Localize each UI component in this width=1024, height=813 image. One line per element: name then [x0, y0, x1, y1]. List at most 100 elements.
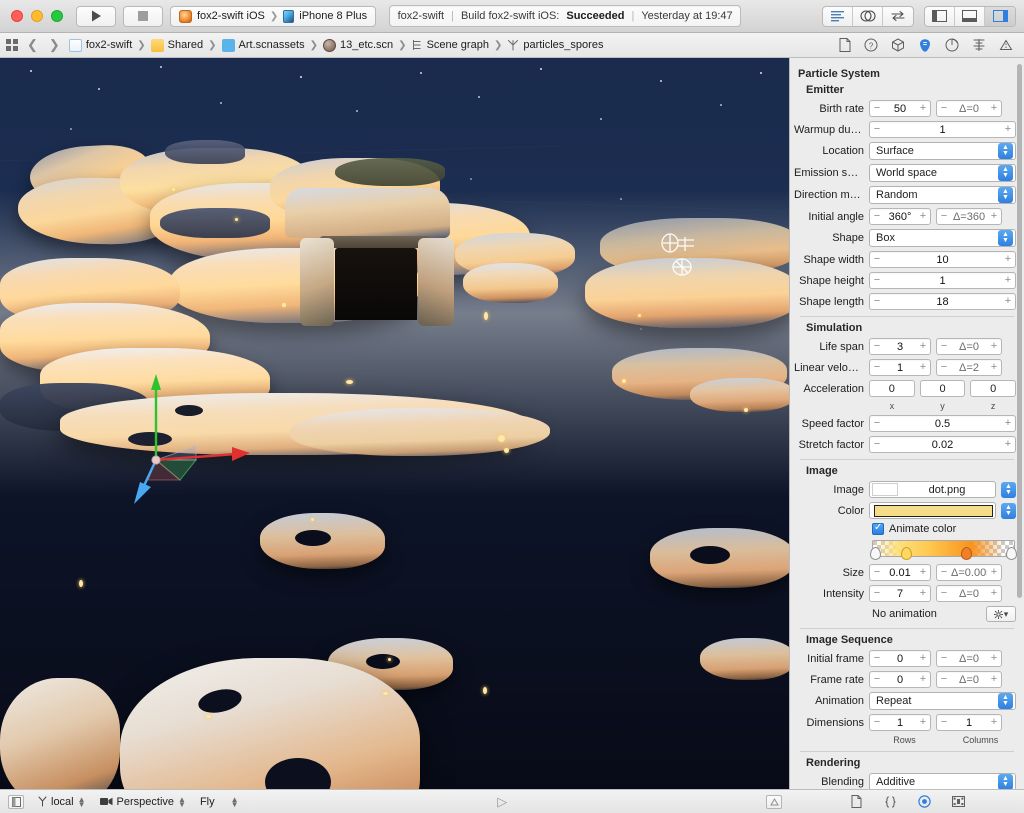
rows-field[interactable]: − 1 + [869, 714, 931, 731]
stop-button[interactable] [123, 5, 163, 27]
node-inspector-icon[interactable] [891, 38, 905, 52]
increment-button[interactable]: + [987, 715, 1001, 730]
scheme-selector[interactable]: fox2-swift iOS ❯ iPhone 8 Plus [170, 5, 377, 27]
version-editor-button[interactable] [883, 7, 913, 26]
increment-button[interactable]: + [916, 101, 930, 116]
decrement-button[interactable]: − [870, 273, 884, 288]
maximize-window-button[interactable] [51, 10, 63, 22]
object-library-button[interactable] [951, 795, 965, 809]
increment-button[interactable]: + [916, 339, 930, 354]
decrement-button[interactable]: − [937, 651, 951, 666]
increment-button[interactable]: + [987, 339, 1001, 354]
decrement-button[interactable]: − [870, 339, 884, 354]
transform-gizmo[interactable] [118, 368, 263, 508]
increment-button[interactable]: + [987, 360, 1001, 375]
decrement-button[interactable]: − [870, 586, 884, 601]
stretch-factor-field[interactable]: − 0.02 + [869, 436, 1016, 453]
increment-button[interactable]: + [916, 586, 930, 601]
activity-status-bar[interactable]: fox2-swift | Build fox2-swift iOS: Succe… [389, 5, 742, 27]
increment-button[interactable]: + [1001, 273, 1015, 288]
editor-mode-segment[interactable] [822, 5, 914, 27]
navigation-mode-control[interactable]: Fly ▲ ▼ [200, 795, 239, 808]
increment-button[interactable]: + [916, 715, 930, 730]
file-template-library-button[interactable] [849, 795, 863, 809]
window-controls[interactable] [8, 10, 69, 22]
gradient-stop[interactable] [961, 547, 972, 560]
shape-select[interactable]: Box ▲ ▼ [869, 229, 1016, 247]
initial-angle-field[interactable]: − 360° + [869, 208, 931, 225]
material-inspector-icon[interactable] [972, 38, 986, 52]
decrement-button[interactable]: − [937, 586, 951, 601]
toggle-navigator-button[interactable] [925, 6, 955, 26]
animation-settings-button[interactable]: ▾ [986, 606, 1016, 622]
speed-factor-field[interactable]: − 0.5 + [869, 415, 1016, 432]
location-select[interactable]: Surface ▲ ▼ [869, 142, 1016, 160]
increment-button[interactable]: + [987, 651, 1001, 666]
increment-button[interactable]: + [987, 209, 1001, 224]
toggle-scene-graph-button[interactable] [8, 794, 24, 809]
direction-mode-select[interactable]: Random ▲ ▼ [869, 186, 1016, 204]
intensity-field[interactable]: − 7 + [869, 585, 931, 602]
shape-height-field[interactable]: − 1 + [869, 272, 1016, 289]
life-span-variation-field[interactable]: − Δ=0 + [936, 338, 1002, 355]
increment-button[interactable]: + [987, 101, 1001, 116]
decrement-button[interactable]: − [870, 715, 884, 730]
frame-rate-variation-field[interactable]: − Δ=0 + [936, 671, 1002, 688]
decrement-button[interactable]: − [870, 651, 884, 666]
decrement-button[interactable]: − [870, 101, 884, 116]
play-scene-button[interactable]: ▷ [497, 794, 507, 810]
animate-color-row[interactable]: Animate color [872, 522, 1016, 535]
geometry-inspector-icon[interactable] [999, 38, 1013, 52]
increment-button[interactable]: + [916, 209, 930, 224]
breadcrumb-item-project[interactable]: fox2-swift [68, 38, 133, 52]
acceleration-x-field[interactable]: 0 [869, 380, 915, 397]
linear-velocity-field[interactable]: − 1 + [869, 359, 931, 376]
decrement-button[interactable]: − [870, 416, 884, 431]
gradient-stop[interactable] [1006, 547, 1017, 560]
color-chevron-updown-icon[interactable]: ▲ ▼ [1001, 502, 1016, 519]
panel-toggles-segment[interactable] [924, 5, 1016, 27]
go-back-button[interactable]: ❮ [24, 37, 41, 53]
initial-angle-variation-field[interactable]: − Δ=360 + [936, 208, 1002, 225]
decrement-button[interactable]: − [870, 565, 884, 580]
warmup-duration-field[interactable]: − 1 + [869, 121, 1016, 138]
life-span-field[interactable]: − 3 + [869, 338, 931, 355]
breadcrumb-item-shared[interactable]: Shared [150, 38, 204, 52]
decrement-button[interactable]: − [870, 252, 884, 267]
acceleration-z-field[interactable]: 0 [970, 380, 1017, 397]
initial-frame-variation-field[interactable]: − Δ=0 + [936, 650, 1002, 667]
gradient-stop[interactable] [901, 547, 912, 560]
intensity-variation-field[interactable]: − Δ=0 + [936, 585, 1002, 602]
file-inspector-icon[interactable] [839, 38, 851, 52]
scene-viewport[interactable] [0, 58, 790, 789]
image-selector[interactable]: dot.png [869, 481, 996, 498]
animation-select[interactable]: Repeat ▲ ▼ [869, 692, 1016, 710]
acceleration-y-field[interactable]: 0 [919, 380, 966, 397]
breadcrumb-item-scene-graph[interactable]: Scene graph [411, 39, 490, 51]
breadcrumb-item-scnassets[interactable]: Art.scnassets [221, 38, 306, 52]
increment-button[interactable]: + [987, 672, 1001, 687]
physics-inspector-icon[interactable] [945, 38, 959, 52]
decrement-button[interactable]: − [870, 294, 884, 309]
increment-button[interactable]: + [1001, 416, 1015, 431]
gradient-stop[interactable] [870, 547, 881, 560]
increment-button[interactable]: + [987, 565, 1001, 580]
shape-length-field[interactable]: − 18 + [869, 293, 1016, 310]
standard-editor-button[interactable] [823, 6, 853, 26]
image-chevron-updown-icon[interactable]: ▲ ▼ [1001, 481, 1016, 498]
increment-button[interactable]: + [1001, 252, 1015, 267]
close-window-button[interactable] [11, 10, 23, 22]
size-field[interactable]: − 0.01 + [869, 564, 931, 581]
increment-button[interactable]: + [1001, 437, 1015, 452]
color-gradient-editor[interactable] [870, 540, 1017, 560]
code-snippet-library-button[interactable] [883, 795, 897, 809]
camera-mode-control[interactable]: Perspective ▲ ▼ [99, 795, 186, 808]
shape-width-field[interactable]: − 10 + [869, 251, 1016, 268]
initial-frame-field[interactable]: − 0 + [869, 650, 931, 667]
minimize-window-button[interactable] [31, 10, 43, 22]
chevron-updown-icon[interactable]: ▲ ▼ [78, 795, 86, 808]
animate-color-checkbox[interactable] [872, 522, 884, 535]
related-items-icon[interactable] [6, 39, 19, 51]
chevron-updown-icon[interactable]: ▲ ▼ [231, 795, 239, 808]
birth-rate-field[interactable]: − 50 + [869, 100, 931, 117]
